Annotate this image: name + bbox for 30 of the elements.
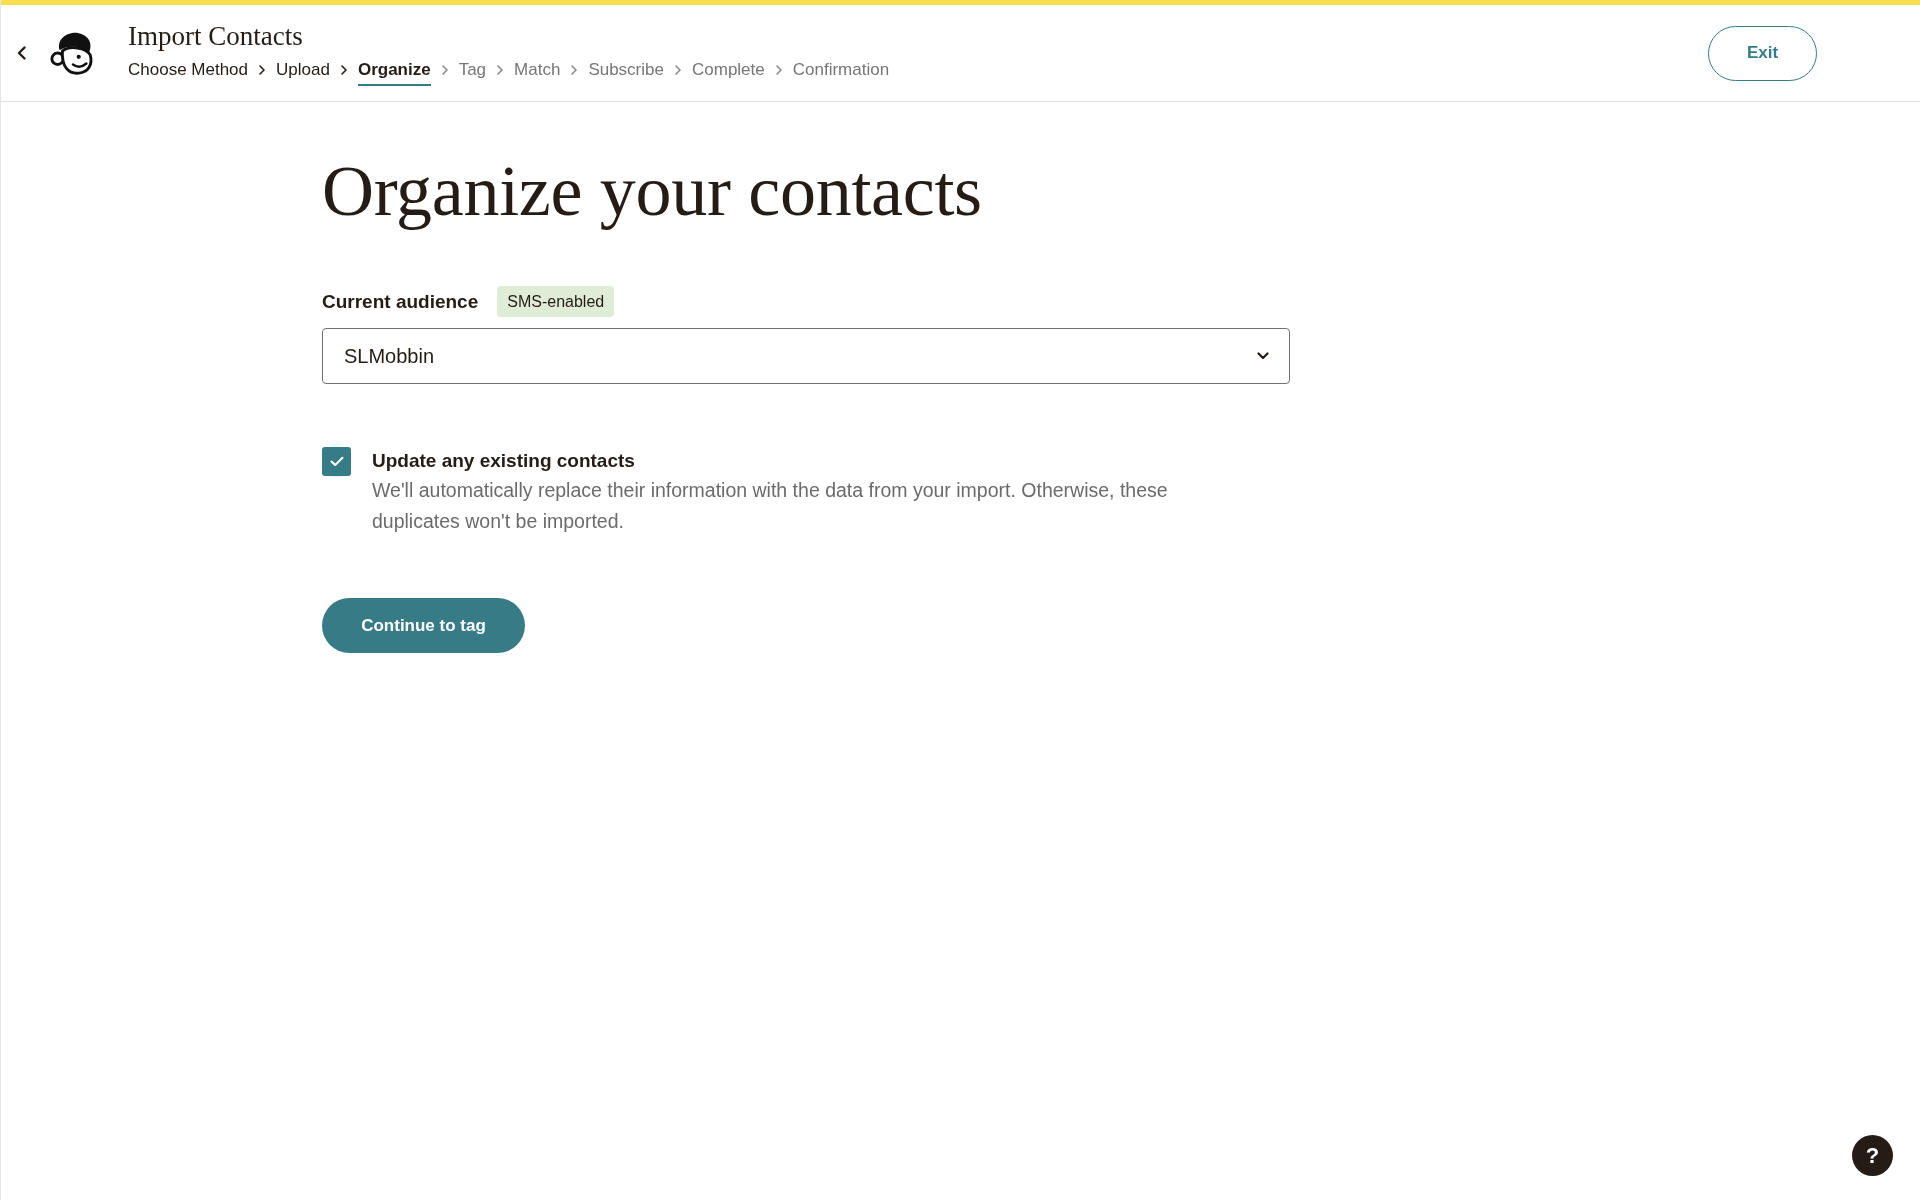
field-label: Current audience	[322, 290, 479, 313]
breadcrumb-step: Match	[514, 58, 561, 86]
chevron-right-icon	[571, 64, 578, 75]
chevron-right-icon	[441, 64, 448, 75]
help-button[interactable]: ?	[1852, 1135, 1893, 1176]
chevron-right-icon	[259, 64, 266, 75]
breadcrumb-step[interactable]: Choose Method	[128, 58, 249, 86]
chevron-right-icon	[675, 64, 681, 75]
chevron-left-icon	[16, 46, 26, 60]
audience-select[interactable]: SLMobbin	[322, 328, 1290, 384]
breadcrumb-step: Tag	[458, 58, 487, 86]
breadcrumb-step: Confirmation	[792, 58, 890, 86]
page-heading: Organize your contacts	[322, 151, 982, 231]
chevron-right-icon	[497, 64, 504, 75]
breadcrumb-step: Complete	[692, 58, 765, 86]
breadcrumb-step: Subscribe	[588, 58, 664, 86]
continue-button[interactable]: Continue to tag	[322, 598, 525, 653]
page-title: Import Contacts	[128, 20, 304, 51]
exit-button[interactable]: Exit	[1708, 25, 1817, 81]
checkbox-label: Update any existing contacts	[372, 449, 636, 473]
chevron-down-icon	[1257, 352, 1269, 360]
checkbox[interactable]	[322, 447, 351, 476]
checkmark-icon	[329, 456, 344, 467]
monkey-head-icon	[49, 30, 95, 76]
breadcrumb-step[interactable]: Upload	[276, 58, 330, 86]
chevron-right-icon	[340, 64, 347, 75]
checkbox-description: We'll automatically replace their information with the data from your import. Otherwise, these duplicates won't be imported.	[372, 478, 1169, 534]
chevron-right-icon	[775, 64, 782, 75]
sms-enabled-badge: SMS-enabled	[497, 286, 615, 317]
breadcrumb-step[interactable]: Organize	[357, 58, 431, 86]
